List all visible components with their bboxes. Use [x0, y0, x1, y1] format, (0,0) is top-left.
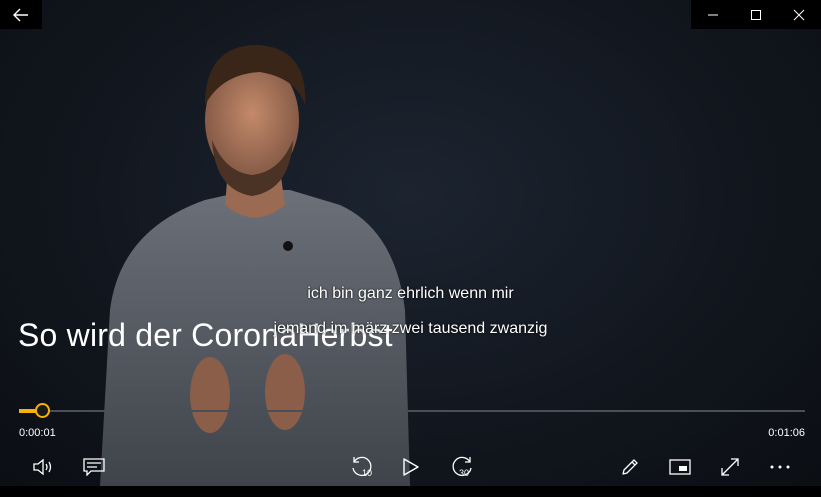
- close-button[interactable]: [779, 0, 819, 29]
- control-bar: 10 30: [0, 450, 821, 486]
- skip-back-icon: 10: [352, 456, 372, 478]
- more-button[interactable]: [762, 450, 798, 484]
- maximize-button[interactable]: [736, 0, 776, 29]
- captions-icon: [83, 458, 105, 476]
- arrow-left-icon: [13, 8, 28, 21]
- mini-view-icon: [669, 459, 691, 475]
- subtitle-line-2: jemand im märz zwei tausend zwanzig: [273, 320, 548, 337]
- current-time: 0:00:01: [19, 427, 56, 439]
- close-icon: [793, 9, 805, 20]
- seek-thumb[interactable]: [35, 403, 50, 418]
- fullscreen-icon: [721, 458, 739, 476]
- pencil-icon: [622, 459, 638, 475]
- volume-button[interactable]: [26, 450, 62, 484]
- skip-forward-label: 30: [459, 468, 469, 478]
- skip-forward-button[interactable]: 30: [444, 450, 480, 484]
- minimize-icon: [707, 14, 718, 15]
- back-button[interactable]: [0, 0, 42, 29]
- captions-button[interactable]: [76, 450, 112, 484]
- mini-view-button[interactable]: [662, 450, 698, 484]
- skip-back-button[interactable]: 10: [344, 450, 380, 484]
- seek-bar[interactable]: [19, 403, 805, 419]
- skip-back-label: 10: [362, 468, 372, 478]
- total-time: 0:01:06: [768, 427, 805, 439]
- more-icon: [770, 465, 790, 469]
- play-button[interactable]: [393, 450, 429, 484]
- edit-button[interactable]: [612, 450, 648, 484]
- title-bar: [0, 0, 821, 29]
- speaker-icon: [33, 458, 52, 476]
- maximize-icon: [750, 9, 761, 20]
- window-controls: [691, 0, 821, 29]
- subtitle-line-1: ich bin ganz ehrlich wenn mir: [307, 285, 514, 302]
- minimize-button[interactable]: [693, 0, 733, 29]
- seek-track[interactable]: [19, 410, 805, 412]
- play-icon: [403, 458, 419, 476]
- fullscreen-button[interactable]: [712, 450, 748, 484]
- bottom-border: [0, 486, 821, 497]
- skip-forward-icon: 30: [452, 456, 472, 478]
